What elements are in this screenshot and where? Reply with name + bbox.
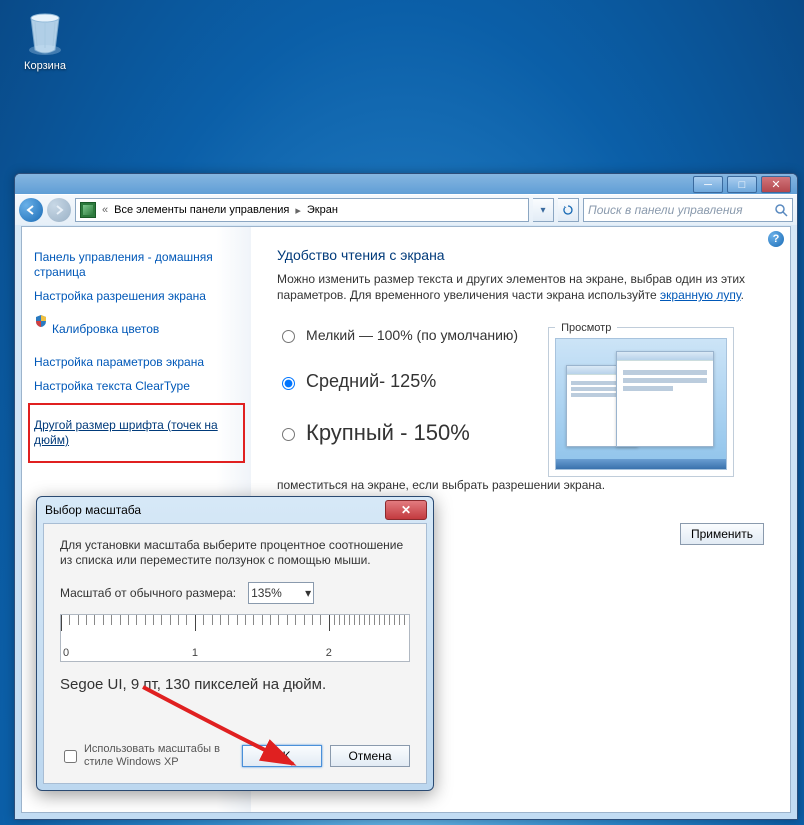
breadcrumb-1[interactable]: Все элементы панели управления — [114, 204, 289, 216]
cancel-button[interactable]: Отмена — [330, 745, 410, 767]
search-placeholder: Поиск в панели управления — [588, 203, 743, 217]
sidenav-home[interactable]: Панель управления - домашняя страница — [34, 250, 239, 280]
nav-back-button[interactable] — [19, 198, 43, 222]
address-bar[interactable]: « Все элементы панели управления ▸ Экран — [75, 198, 529, 222]
xp-style-checkbox[interactable]: Использовать масштабы в стиле Windows XP — [60, 743, 224, 769]
size-options: Мелкий — 100% (по умолчанию) Средний- 12… — [277, 327, 518, 477]
search-icon — [774, 203, 788, 217]
sidenav-cleartype[interactable]: Настройка текста ClearType — [34, 379, 239, 394]
radio-medium[interactable] — [282, 377, 295, 390]
preview-label: Просмотр — [555, 322, 617, 334]
ok-button[interactable]: OK — [242, 745, 322, 767]
breadcrumb-sep: « — [102, 204, 108, 216]
radio-large[interactable] — [282, 428, 295, 441]
opt-medium[interactable]: Средний- 125% — [277, 371, 518, 392]
scale-value: 135% — [251, 586, 282, 600]
scale-select[interactable]: 135% ▾ — [248, 582, 314, 604]
ruler[interactable]: 0 1 2 — [60, 614, 410, 662]
address-dropdown-button[interactable]: ▾ — [533, 198, 554, 222]
minimize-button[interactable]: ─ — [693, 176, 723, 193]
dialog-titlebar[interactable]: Выбор масштаба ✕ — [37, 497, 433, 523]
close-button[interactable]: ✕ — [761, 176, 791, 193]
sidenav-display-settings[interactable]: Настройка параметров экрана — [34, 355, 239, 370]
shield-icon — [34, 314, 48, 328]
breadcrumb-2[interactable]: Экран — [307, 204, 338, 216]
dialog-close-button[interactable]: ✕ — [385, 500, 427, 520]
page-description: Можно изменить размер текста и других эл… — [277, 271, 764, 303]
sidenav-calibration[interactable]: Калибровка цветов — [52, 322, 159, 337]
control-panel-icon — [80, 202, 96, 218]
page-heading: Удобство чтения с экрана — [277, 247, 764, 263]
font-sample: Segoe UI, 9 пт, 130 пикселей на дюйм. — [60, 676, 410, 693]
xp-checkbox[interactable] — [64, 750, 77, 763]
preview-box: Просмотр — [548, 327, 734, 477]
resolution-note: поместиться на экране, если выбрать разр… — [277, 477, 764, 493]
titlebar[interactable]: ─ □ ✕ — [15, 174, 797, 194]
dialog-instruction: Для установки масштаба выберите процентн… — [60, 538, 410, 568]
sidenav-custom-dpi[interactable]: Другой размер шрифта (точек на дюйм) — [34, 418, 239, 448]
maximize-button[interactable]: □ — [727, 176, 757, 193]
recycle-bin-label: Корзина — [14, 60, 76, 72]
search-input[interactable]: Поиск в панели управления — [583, 198, 793, 222]
radio-small[interactable] — [282, 330, 295, 343]
scale-label: Масштаб от обычного размера: — [60, 586, 236, 600]
desktop: Корзина ─ □ ✕ « Все элементы панели упра… — [0, 0, 804, 825]
highlight-annotation: Другой размер шрифта (точек на дюйм) — [28, 403, 245, 463]
nav-forward-button[interactable] — [47, 198, 71, 222]
dialog-title: Выбор масштаба — [45, 503, 141, 517]
opt-small[interactable]: Мелкий — 100% (по умолчанию) — [277, 327, 518, 343]
navbar: « Все элементы панели управления ▸ Экран… — [15, 194, 797, 225]
magnifier-link[interactable]: экранную лупу — [660, 288, 741, 302]
chevron-down-icon: ▾ — [305, 586, 311, 600]
sidenav-resolution[interactable]: Настройка разрешения экрана — [34, 289, 239, 304]
opt-large[interactable]: Крупный - 150% — [277, 420, 518, 446]
recycle-bin-icon[interactable]: Корзина — [14, 8, 76, 72]
dpi-dialog: Выбор масштаба ✕ Для установки масштаба … — [36, 496, 434, 791]
apply-button[interactable]: Применить — [680, 523, 764, 545]
preview-image — [555, 338, 727, 470]
refresh-button[interactable] — [558, 198, 579, 222]
